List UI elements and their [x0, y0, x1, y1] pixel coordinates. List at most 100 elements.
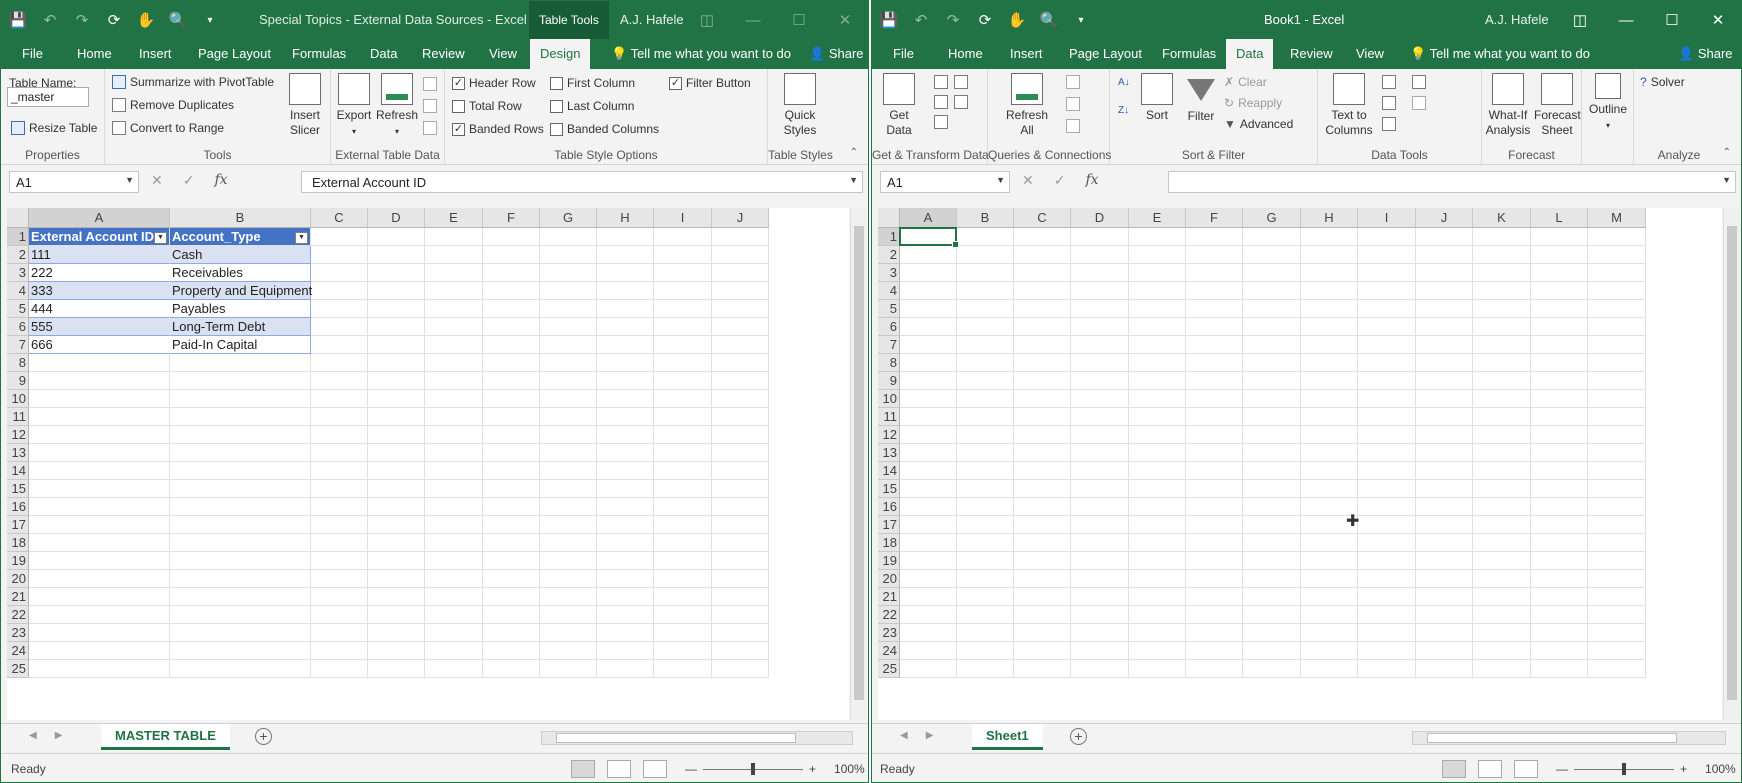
cell-c1[interactable]	[1014, 228, 1071, 246]
cell-b8[interactable]	[957, 354, 1014, 372]
what-if-button[interactable]: What-If Analysis	[1484, 73, 1532, 138]
page-layout-view-icon[interactable]	[607, 760, 631, 778]
row-header-17[interactable]: 17	[878, 516, 900, 534]
cell-i4[interactable]	[1358, 282, 1416, 300]
remove-duplicates-button[interactable]: Remove Duplicates	[112, 98, 234, 112]
cell-k19[interactable]	[1473, 552, 1531, 570]
cell-d6[interactable]	[368, 318, 425, 336]
cell-l2[interactable]	[1531, 246, 1588, 264]
cell-c10[interactable]	[311, 390, 368, 408]
cell-l21[interactable]	[1531, 588, 1588, 606]
cell-f5[interactable]	[483, 300, 540, 318]
cell-j5[interactable]	[1416, 300, 1473, 318]
cell-h12[interactable]	[1301, 426, 1358, 444]
row-header-20[interactable]: 20	[7, 570, 29, 588]
cell-k6[interactable]	[1473, 318, 1531, 336]
cell-i21[interactable]	[654, 588, 712, 606]
select-all-corner[interactable]	[878, 208, 900, 228]
solver-button[interactable]: ? Solver	[1640, 75, 1685, 89]
cell-e1[interactable]	[1129, 228, 1186, 246]
prev-sheet-icon[interactable]: ◀	[29, 730, 37, 741]
from-text-icon[interactable]	[934, 75, 948, 89]
table-cell[interactable]: 111	[29, 246, 170, 264]
filter-dropdown-icon[interactable]: ▼	[154, 232, 167, 244]
cell-j10[interactable]	[1416, 390, 1473, 408]
flash-fill-icon[interactable]	[1382, 75, 1396, 89]
cell-m12[interactable]	[1588, 426, 1646, 444]
cell-k13[interactable]	[1473, 444, 1531, 462]
row-header-8[interactable]: 8	[7, 354, 29, 372]
row-header-18[interactable]: 18	[7, 534, 29, 552]
cell-i12[interactable]	[654, 426, 712, 444]
cell-h3[interactable]	[1301, 264, 1358, 282]
cell-a12[interactable]	[29, 426, 170, 444]
row-header-24[interactable]: 24	[878, 642, 900, 660]
cell-d14[interactable]	[1071, 462, 1129, 480]
cell-h6[interactable]	[1301, 318, 1358, 336]
name-box[interactable]: A1 ▼	[9, 171, 139, 193]
cell-j17[interactable]	[712, 516, 769, 534]
cell-f1[interactable]	[483, 228, 540, 246]
cell-d9[interactable]	[368, 372, 425, 390]
column-header-e[interactable]: E	[425, 208, 483, 228]
row-header-12[interactable]: 12	[7, 426, 29, 444]
cell-l20[interactable]	[1531, 570, 1588, 588]
cell-d3[interactable]	[368, 264, 425, 282]
cell-e7[interactable]	[1129, 336, 1186, 354]
cell-c8[interactable]	[1014, 354, 1071, 372]
cell-e10[interactable]	[1129, 390, 1186, 408]
cell-g7[interactable]	[1243, 336, 1301, 354]
cell-g11[interactable]	[1243, 408, 1301, 426]
cell-m21[interactable]	[1588, 588, 1646, 606]
cell-j15[interactable]	[1416, 480, 1473, 498]
cell-k5[interactable]	[1473, 300, 1531, 318]
row-header-7[interactable]: 7	[878, 336, 900, 354]
cell-g22[interactable]	[540, 606, 597, 624]
cell-l13[interactable]	[1531, 444, 1588, 462]
cell-h8[interactable]	[597, 354, 654, 372]
table-cell[interactable]: Receivables	[170, 264, 311, 282]
column-header-h[interactable]: H	[597, 208, 654, 228]
cell-d17[interactable]	[1071, 516, 1129, 534]
cell-k1[interactable]	[1473, 228, 1531, 246]
cell-b13[interactable]	[170, 444, 311, 462]
zoom-slider[interactable]: — +100%	[685, 762, 865, 776]
cell-b7[interactable]	[957, 336, 1014, 354]
cell-c3[interactable]	[1014, 264, 1071, 282]
cell-i17[interactable]	[1358, 516, 1416, 534]
tell-me-box[interactable]: 💡 Tell me what you want to do	[611, 39, 791, 69]
cell-l17[interactable]	[1531, 516, 1588, 534]
vertical-scrollbar[interactable]	[1723, 208, 1740, 720]
cell-m19[interactable]	[1588, 552, 1646, 570]
cell-c12[interactable]	[311, 426, 368, 444]
cell-f3[interactable]	[483, 264, 540, 282]
row-header-21[interactable]: 21	[7, 588, 29, 606]
cell-g18[interactable]	[1243, 534, 1301, 552]
column-header-d[interactable]: D	[368, 208, 425, 228]
cell-h10[interactable]	[597, 390, 654, 408]
export-button[interactable]: Export ▾	[334, 73, 374, 139]
cell-f9[interactable]	[1186, 372, 1243, 390]
row-header-6[interactable]: 6	[878, 318, 900, 336]
cell-c11[interactable]	[1014, 408, 1071, 426]
cell-f25[interactable]	[1186, 660, 1243, 678]
cell-j6[interactable]	[712, 318, 769, 336]
cell-a13[interactable]	[29, 444, 170, 462]
queries-connections-icon[interactable]	[1066, 75, 1080, 89]
cell-b18[interactable]	[957, 534, 1014, 552]
tab-page-layout[interactable]: Page Layout	[188, 39, 281, 69]
cell-d7[interactable]	[1071, 336, 1129, 354]
cell-e21[interactable]	[1129, 588, 1186, 606]
cell-a12[interactable]	[900, 426, 957, 444]
cell-e24[interactable]	[425, 642, 483, 660]
refresh-icon[interactable]: ⟳	[976, 11, 994, 29]
cell-h16[interactable]	[597, 498, 654, 516]
row-header-11[interactable]: 11	[878, 408, 900, 426]
cell-k9[interactable]	[1473, 372, 1531, 390]
cell-h20[interactable]	[1301, 570, 1358, 588]
cell-d25[interactable]	[368, 660, 425, 678]
relationships-icon[interactable]	[1412, 96, 1426, 110]
maximize-icon[interactable]: ☐	[1649, 1, 1695, 39]
cell-b15[interactable]	[957, 480, 1014, 498]
cell-f1[interactable]	[1186, 228, 1243, 246]
